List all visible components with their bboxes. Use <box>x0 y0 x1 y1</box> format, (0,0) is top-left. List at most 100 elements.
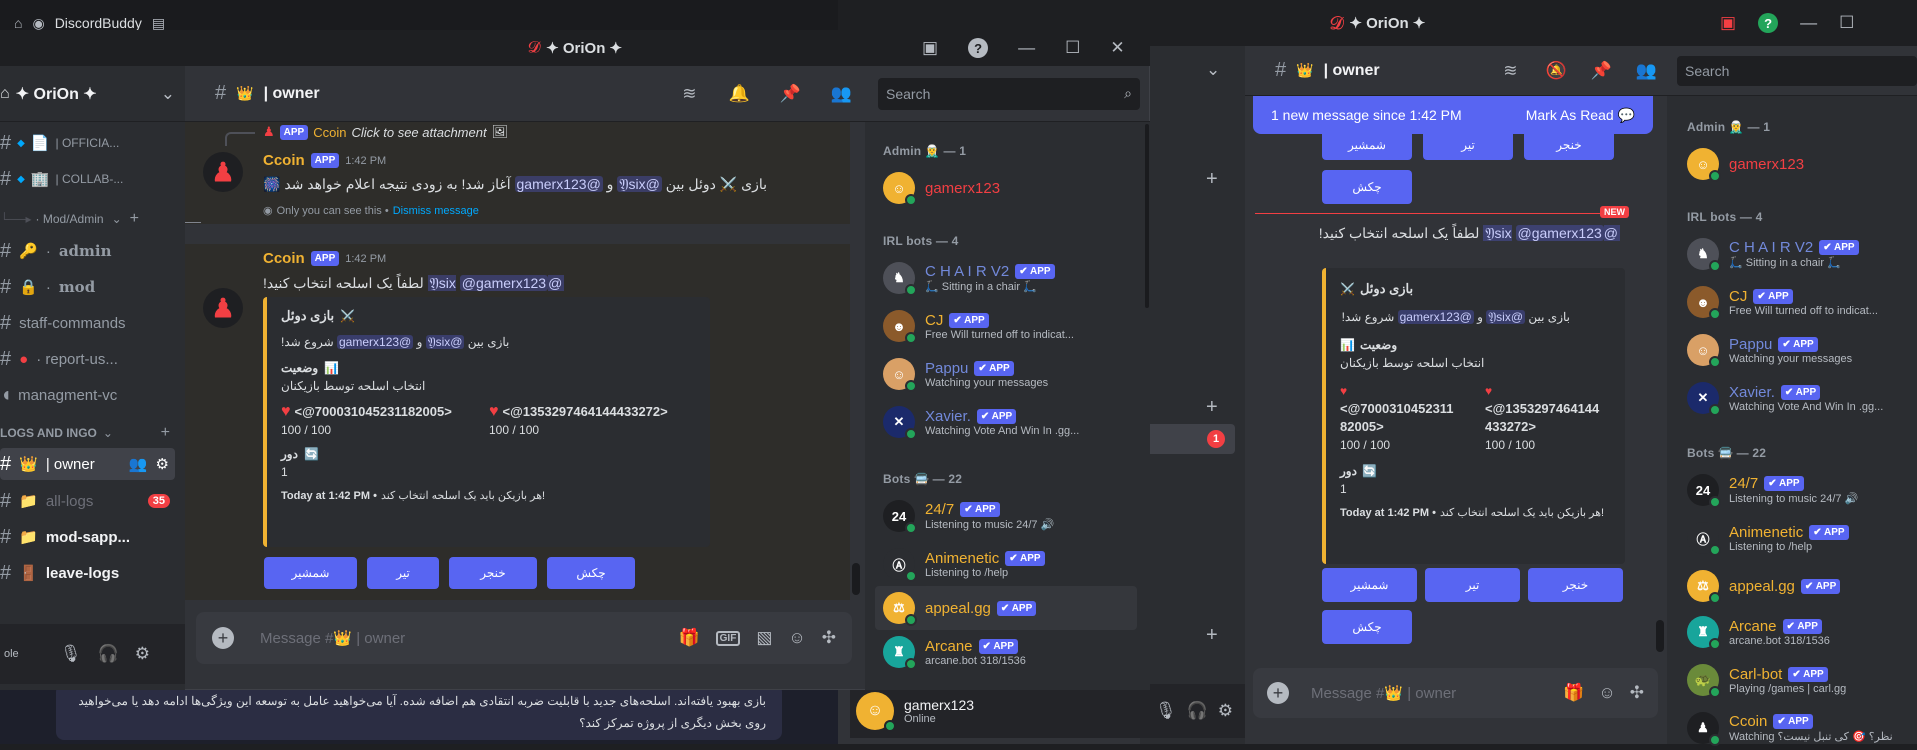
back-button-arrow[interactable]: تیر <box>1425 568 1520 602</box>
back-member-cj[interactable]: ☻ CJ ✔ APP Free Will turned off to indicat.… <box>1679 280 1909 324</box>
back-headphones-icon[interactable]: 🎧 <box>1187 701 1208 721</box>
back-top-button-arrow[interactable]: تیر <box>1423 130 1513 160</box>
back-member-gamerx123[interactable]: ☺ gamerx123 <box>1679 142 1909 186</box>
back-member-xavier-[interactable]: ✕ Xavier. ✔ APP Watching Vote And Win In .g… <box>1679 376 1909 420</box>
apps-icon[interactable]: ✣ <box>822 628 836 648</box>
member-scrollbar[interactable] <box>1145 124 1149 308</box>
button-sword[interactable]: شمشیر <box>264 557 357 589</box>
channel-mod-sapp[interactable]: # 📁 mod-sapp... <box>0 522 130 552</box>
back-add-channel-icon-2[interactable]: + <box>1206 396 1218 419</box>
channel-staff-commands[interactable]: # staff-commands <box>0 308 126 338</box>
back-top-button-dagger[interactable]: خنجر <box>1524 130 1614 160</box>
back-member-animenetic[interactable]: Ⓐ Animenetic ✔ APP Listening to /help <box>1679 516 1909 560</box>
headphones-icon[interactable]: 🎧 <box>98 644 119 664</box>
category-mod-admin[interactable]: └──▸ · Mod/Admin ⌄ + <box>0 208 139 230</box>
button-arrow[interactable]: تیر <box>367 557 439 589</box>
back-top-button-sword[interactable]: شمشیر <box>1322 130 1412 160</box>
reply-preview[interactable]: ♟ APP Ccoin Click to see attachment 🖼 <box>263 124 508 140</box>
channel-leave-logs[interactable]: # 🚪 leave-logs <box>0 558 119 588</box>
back-mute-icon[interactable]: 🔕 <box>1545 61 1566 81</box>
button-dagger[interactable]: خنجر <box>449 557 537 589</box>
message-2-avatar[interactable]: ♟ <box>203 288 243 328</box>
channel-owner-selected[interactable]: # 👑 | owner 👥 ⚙ <box>0 448 175 480</box>
back-button-sword[interactable]: شمشیر <box>1322 568 1417 602</box>
maximize-icon[interactable]: ☐ <box>1839 13 1854 33</box>
main-member-24-7[interactable]: 24 24/7 ✔ APP Listening to music 24/7 🔊 <box>875 494 1137 538</box>
back-add-channel-icon[interactable]: + <box>1206 168 1218 191</box>
mic-icon[interactable]: 🎙 <box>60 644 82 664</box>
inbox-icon[interactable]: ▣ <box>1720 13 1736 33</box>
back-pin-icon[interactable]: 📌 <box>1591 61 1612 81</box>
back-scrollbar[interactable] <box>1656 620 1664 652</box>
back-member-appeal-gg[interactable]: ⚖ appeal.gg ✔ APP <box>1679 564 1909 608</box>
emoji-icon[interactable]: ☺ <box>788 628 805 648</box>
bell-icon[interactable]: 🔔 <box>728 84 749 104</box>
mark-as-read[interactable]: Mark As Read 💬 <box>1526 107 1635 124</box>
gif-icon[interactable]: GIF <box>715 630 741 646</box>
user-settings-icon[interactable]: ⚙ <box>135 644 150 664</box>
back-user-avatar[interactable]: ☺ <box>856 692 896 732</box>
add-attachment-icon[interactable]: + <box>212 627 234 649</box>
main-member-animenetic[interactable]: Ⓐ Animenetic ✔ APP Listening to /help <box>875 542 1137 586</box>
message-composer[interactable]: + Message #👑 | owner 🎁 GIF ▧ ☺ ✣ <box>196 612 852 664</box>
main-close-icon[interactable]: ✕ <box>1110 38 1124 58</box>
channel-admin[interactable]: # 🔑 · admin <box>0 236 112 266</box>
back-emoji-icon[interactable]: ☺ <box>1598 683 1615 703</box>
back-gear-icon[interactable]: ⚙ <box>1218 701 1233 721</box>
main-help-icon[interactable]: ? <box>968 38 989 58</box>
message-2-author[interactable]: Ccoin <box>263 250 305 267</box>
help-icon[interactable]: ? <box>1758 13 1779 33</box>
sticker-icon[interactable]: ▧ <box>756 628 772 648</box>
members-icon[interactable]: 👥 <box>831 84 852 104</box>
main-member-gamerx123[interactable]: ☺ gamerx123 <box>875 166 1137 210</box>
back-member-ccoin[interactable]: ♟ Ccoin ✔ APP Watching نظر؟ 🎯 کی تنبل نیست؟ <box>1679 706 1909 750</box>
back-add-channel-icon-3[interactable]: + <box>1206 624 1218 647</box>
main-member-appeal-gg[interactable]: ⚖ appeal.gg ✔ APP <box>875 586 1137 630</box>
pin-icon[interactable]: 📌 <box>780 84 801 104</box>
threads-icon[interactable]: ≋ <box>682 84 696 104</box>
main-member-c-h-a-i-r-v2[interactable]: ♞ C H A I R V2 ✔ APP 🛴 Sitting in a chair 🛴 <box>875 256 1137 300</box>
message-1-avatar[interactable]: ♟ <box>203 152 243 192</box>
back-member-arcane[interactable]: ♜ Arcane ✔ APP arcane.bot 318/1536 <box>1679 610 1909 654</box>
back-button-hammer[interactable]: چکش <box>1322 610 1412 644</box>
gift-icon[interactable]: 🎁 <box>678 628 699 648</box>
search-input[interactable]: Search ⌕ <box>878 77 1140 110</box>
back-gift-icon[interactable]: 🎁 <box>1563 683 1584 703</box>
back-member-pappu[interactable]: ☺ Pappu ✔ APP Watching your messages <box>1679 328 1909 372</box>
message-1-author[interactable]: Ccoin <box>263 152 305 169</box>
channel-all-logs[interactable]: # 📁 all-logs 35 <box>0 486 170 516</box>
back-member-c-h-a-i-r-v2[interactable]: ♞ C H A I R V2 ✔ APP 🛴 Sitting in a chair 🛴 <box>1679 232 1909 276</box>
back-search[interactable]: Search <box>1677 55 1917 86</box>
back-top-button-hammer[interactable]: چکش <box>1322 170 1412 204</box>
main-minimize-icon[interactable]: — <box>1018 38 1035 58</box>
main-member-pappu[interactable]: ☺ Pappu ✔ APP Watching your messages <box>875 352 1137 396</box>
minimize-icon[interactable]: — <box>1800 13 1817 33</box>
channel-collab[interactable]: # ◆ 🏢 | COLLAB-... <box>0 164 123 194</box>
main-maximize-icon[interactable]: ☐ <box>1065 38 1080 58</box>
back-member-24-7[interactable]: 24 24/7 ✔ APP Listening to music 24/7 🔊 <box>1679 468 1909 512</box>
channel-official[interactable]: # ◆ 📄 | OFFICIA... <box>0 128 119 158</box>
main-member-arcane[interactable]: ♜ Arcane ✔ APP arcane.bot 318/1536 <box>875 630 1137 674</box>
back-members-icon[interactable]: 👥 <box>1636 61 1657 81</box>
main-inbox-icon[interactable]: ▣ <box>922 38 938 58</box>
dismiss-message-link[interactable]: Dismiss message <box>393 205 479 217</box>
main-member-cj[interactable]: ☻ CJ ✔ APP Free Will turned off to indicat.… <box>875 304 1137 348</box>
main-member-xavier-[interactable]: ✕ Xavier. ✔ APP Watching Vote And Win In .g… <box>875 400 1137 444</box>
back-apps-icon[interactable]: ✣ <box>1630 683 1644 703</box>
message-scrollbar[interactable] <box>852 563 860 595</box>
back-server-chevron-icon[interactable]: ⌄ <box>1206 60 1220 80</box>
channel-mod[interactable]: # 🔒 · mod <box>0 272 95 302</box>
back-member-carl-bot[interactable]: 🐢 Carl-bot ✔ APP Playing /games | carl.gg <box>1679 658 1909 702</box>
button-hammer[interactable]: چکش <box>547 557 635 589</box>
category-logs[interactable]: LOGS AND INGO ⌄ + <box>0 422 170 444</box>
back-threads-icon[interactable]: ≋ <box>1503 61 1517 81</box>
back-button-dagger[interactable]: خنجر <box>1528 568 1623 602</box>
back-mic-icon[interactable]: 🎙 <box>1155 701 1177 721</box>
back-composer[interactable]: + Message #👑 | owner 🎁 ☺ ✣ <box>1253 668 1658 718</box>
server-header[interactable]: ⌂ ✦ OriOn ✦ ⌄ <box>0 66 185 122</box>
channel-managment-vc[interactable]: ◖ managment-vc <box>0 380 117 410</box>
back-mention-b[interactable]: @gamerx123 <box>1515 225 1604 241</box>
channel-report[interactable]: # ● · report-us... <box>0 344 118 374</box>
back-add-attachment-icon[interactable]: + <box>1267 682 1289 704</box>
back-new-message-bar[interactable]: 1 new message since 1:42 PM Mark As Read… <box>1253 96 1653 134</box>
